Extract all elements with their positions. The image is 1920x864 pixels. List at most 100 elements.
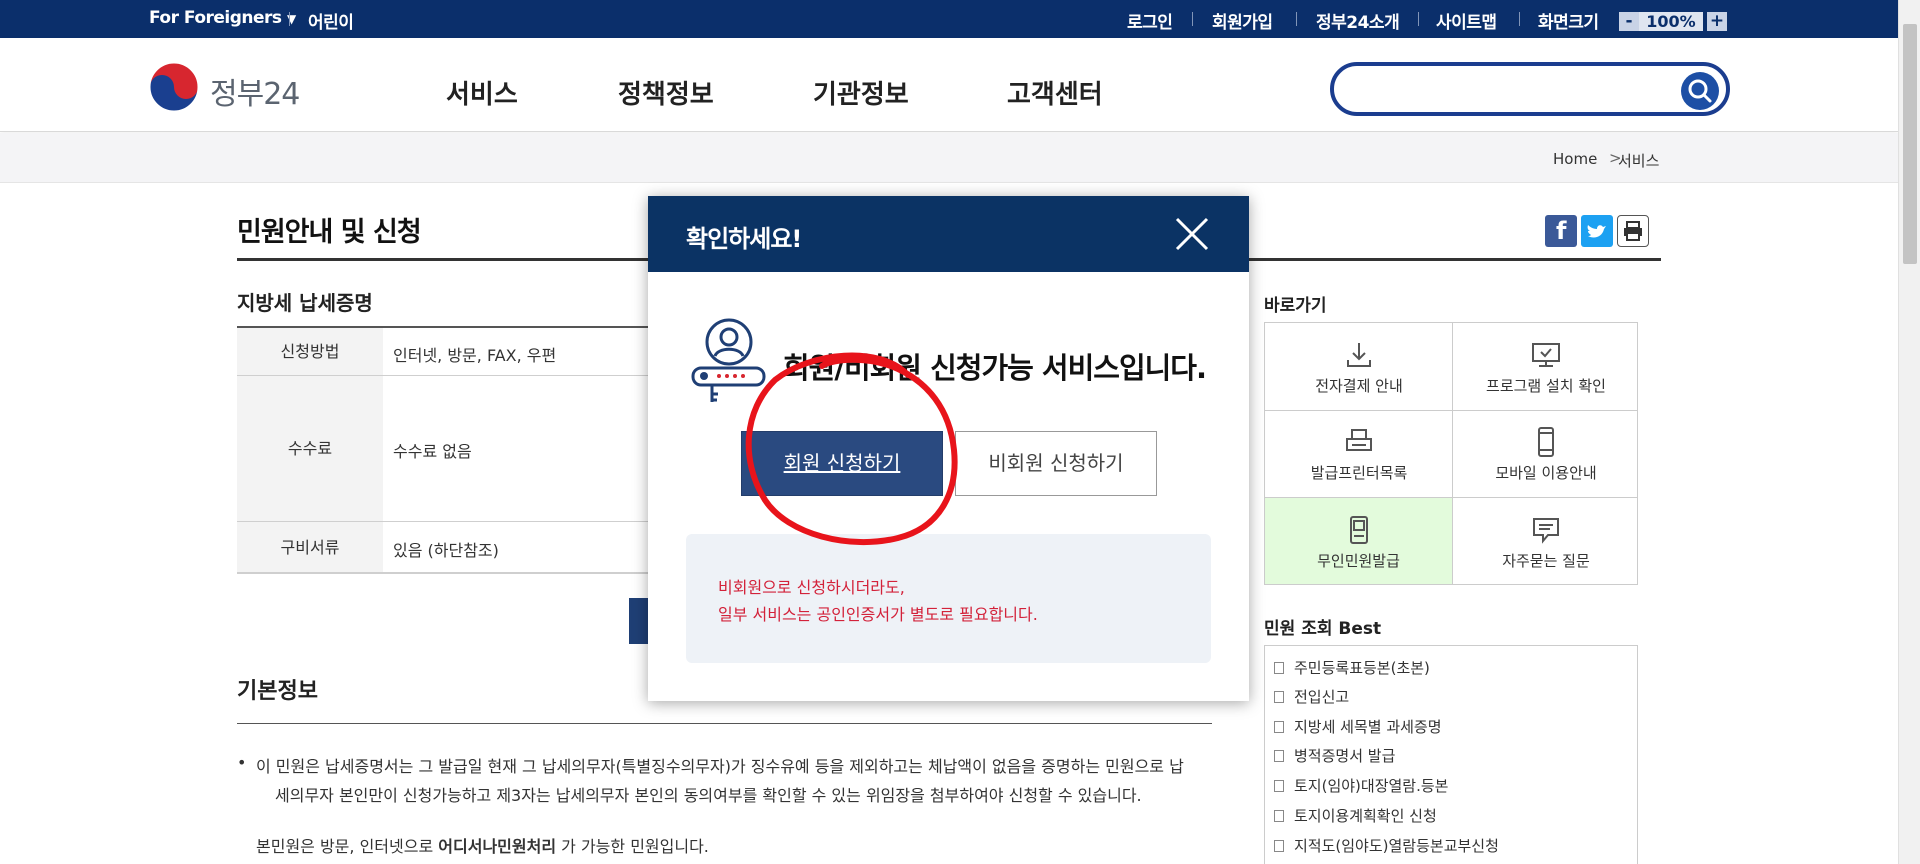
divider [1519,12,1520,26]
row-value: 수수료 없음 [393,442,472,461]
member-security-icon [691,318,766,402]
row-label: 수수료 [237,376,383,521]
mobile-icon [1538,427,1554,457]
document-icon [1274,691,1284,703]
best-list-item[interactable]: 병적증명서 발급 [1274,745,1395,766]
for-foreigners-link[interactable]: For Foreigners ▼ [149,8,296,28]
notice-line: 일부 서비스는 공인인증서가 별도로 필요합니다. [718,605,1038,624]
divider [1192,12,1193,26]
divider [289,12,290,26]
nav-policy-info[interactable]: 정책정보 [618,74,714,111]
quick-link-label: 전자결제 안내 [1315,377,1403,395]
best-list-item[interactable]: 토지이용계획확인 신청 [1274,805,1437,826]
service-subtitle: 지방세 납세증명 [237,291,373,315]
breadcrumb-current[interactable]: 서비스 [1618,150,1659,171]
dialog-title: 확인하세요! [686,225,802,253]
login-link[interactable]: 로그인 [1127,8,1173,33]
document-icon [1274,721,1284,733]
divider [1296,12,1297,26]
document-icon [1274,662,1284,674]
quick-links-grid: 전자결제 안내 프로그램 설치 확인 발급프린터목록 모바일 이용안내 무인민원… [1264,322,1638,585]
nav-services[interactable]: 서비스 [446,74,518,111]
zoom-value: 100% [1639,12,1703,31]
top-utility-bar: For Foreigners ▼ 어린이 로그인 회원가입 정부24소개 사이트… [0,0,1898,38]
row-value: 있음 (하단참조) [393,541,499,560]
site-logo[interactable]: 정부24 [148,61,308,113]
basic-info-text: 이 민원은 납세증명서는 그 발급일 현재 그 납세의무자(특별징수의무자)가 … [256,757,1184,776]
facebook-share-button[interactable]: f [1545,215,1577,247]
best-list-item[interactable]: 토지(임야)대장열람.등본 [1274,775,1448,796]
row-label: 신청방법 [237,328,383,375]
notice-line: 비회원으로 신청하시더라도, [718,578,905,597]
best-item-label: 토지(임야)대장열람.등본 [1294,777,1449,795]
dialog-header: 확인하세요! [648,196,1249,272]
member-apply-button[interactable]: 회원 신청하기 [741,431,943,496]
quick-link-label: 모바일 이용안내 [1495,464,1597,482]
best-item-label: 지방세 세목별 과세증명 [1294,718,1442,736]
quick-link-kiosk[interactable]: 무인민원발급 [1265,498,1452,584]
for-foreigners-label: For Foreigners [149,8,282,28]
zoom-out-button[interactable]: - [1619,12,1639,31]
quick-links-title: 바로가기 [1264,296,1327,316]
twitter-share-button[interactable] [1581,215,1613,247]
breadcrumb-home[interactable]: Home [1553,150,1597,168]
best-list-item[interactable]: 지방세 세목별 과세증명 [1274,716,1442,737]
dialog-message: 회원/비회원 신청가능 서비스입니다. [783,351,1207,385]
nav-customer-center[interactable]: 고객센터 [1007,74,1103,111]
best-item-label: 토지이용계획확인 신청 [1294,807,1437,825]
facebook-icon: f [1556,217,1567,245]
note-text: 본민원은 방문, 인터넷으로 [256,837,434,856]
breadcrumb: Home > 서비스 [0,133,1898,183]
quick-link-mobile[interactable]: 모바일 이용안내 [1452,410,1640,497]
search-input[interactable] [1352,74,1652,104]
sitemap-link[interactable]: 사이트맵 [1436,8,1497,33]
document-icon [1274,780,1284,792]
page-scrollbar[interactable] [1898,0,1920,864]
quick-link-program-check[interactable]: 프로그램 설치 확인 [1452,323,1640,410]
quick-link-label: 프로그램 설치 확인 [1486,377,1606,395]
best-item-label: 주민등록표등본(초본) [1294,659,1430,677]
scrollbar-thumb[interactable] [1903,24,1917,264]
basic-info-note: 본민원은 방문, 인터넷으로 어디서나민원처리 가 가능한 민원입니다. [256,833,709,857]
best-list-item[interactable]: 전입신고 [1274,686,1349,707]
close-icon[interactable] [1174,216,1210,252]
quick-link-printer-list[interactable]: 발급프린터목록 [1265,410,1453,497]
about-link[interactable]: 정부24소개 [1316,8,1400,33]
printer-icon [1346,429,1372,451]
printer-icon [1624,221,1642,241]
kids-link[interactable]: 어린이 [308,8,354,33]
confirm-dialog: 확인하세요! 회원/비회원 신청가능 서비스입니다. 회원 신청하기 비회원 신… [648,196,1249,701]
guest-apply-button[interactable]: 비회원 신청하기 [955,431,1157,496]
logo-text: 정부24 [210,77,300,112]
quick-link-payment[interactable]: 전자결제 안내 [1265,323,1453,410]
document-icon [1274,750,1284,762]
best-item-label: 병적증명서 발급 [1294,747,1396,765]
row-value: 인터넷, 방문, FAX, 우편 [393,346,557,365]
site-header: 정부24 서비스 정책정보 기관정보 고객센터 [0,38,1898,132]
signup-link[interactable]: 회원가입 [1212,8,1273,33]
quick-link-label: 무인민원발급 [1317,552,1400,570]
document-icon [1274,840,1284,852]
best-list-item[interactable]: 지적도(임야도)열람등본교부신청 [1274,835,1499,856]
search-icon [1688,79,1712,103]
quick-link-label: 자주묻는 질문 [1502,552,1590,570]
document-icon [1274,810,1284,822]
search-button[interactable] [1681,72,1719,110]
taegeuk-logo-icon [149,62,199,112]
print-button[interactable] [1617,215,1649,247]
download-icon [1347,343,1371,367]
note-text: 가 가능한 민원입니다. [561,837,709,856]
kiosk-icon [1350,516,1368,544]
zoom-in-button[interactable]: + [1707,12,1727,31]
chat-bubble-icon [1533,518,1559,544]
best-item-label: 지적도(임야도)열람등본교부신청 [1294,837,1499,855]
quick-link-label: 발급프린터목록 [1310,464,1408,482]
divider [1418,12,1419,26]
page-title: 민원안내 및 신청 [237,217,422,248]
basic-info-title: 기본정보 [237,679,318,704]
best-list-item[interactable]: 주민등록표등본(초본) [1274,657,1430,678]
quick-link-faq[interactable]: 자주묻는 질문 [1452,498,1640,585]
nav-agency-info[interactable]: 기관정보 [813,74,909,111]
basic-info-text: 세의무자 본인만이 신청가능하고 제3자는 납세의무자 본인의 동의여부를 확인… [275,786,1142,805]
best-list-title: 민원 조회 Best [1264,619,1382,639]
